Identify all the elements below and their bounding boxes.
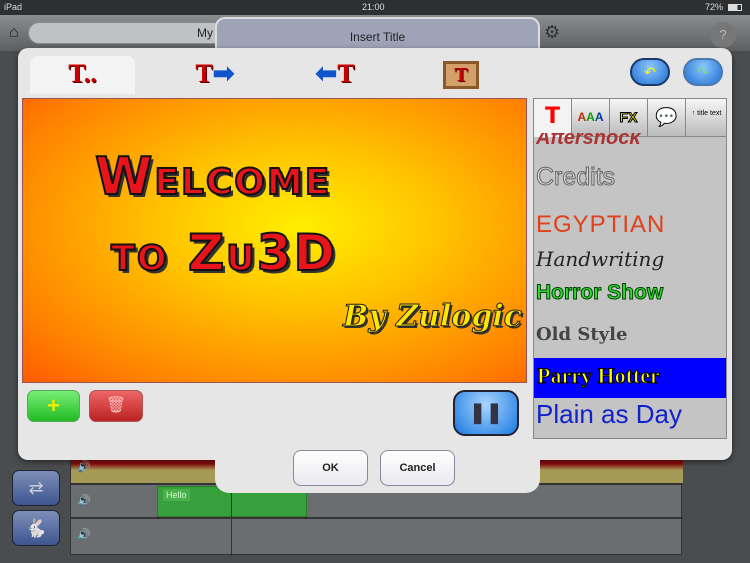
plus-icon: + [47, 393, 60, 418]
speaker-icon[interactable]: 🔊 [77, 494, 102, 507]
font-tab-color[interactable]: AAA [572, 99, 610, 137]
title-box-icon: T [454, 64, 468, 86]
font-item-horror-show[interactable]: Horror Show [536, 281, 726, 305]
battery-icon [728, 4, 742, 11]
ok-button[interactable]: OK [293, 450, 368, 486]
title-in-left-icon: T [337, 59, 355, 88]
title-line-2: to Zu3D [110, 223, 338, 283]
font-panel: T AAA FX 💬 ↑ title text Aftershock Credi… [533, 98, 727, 439]
dialog-title: Insert Title [215, 17, 540, 51]
font-item-egyptian[interactable]: Egyptian [536, 211, 726, 239]
font-item-plain-as-day[interactable]: Plain as Day [536, 399, 726, 430]
undo-icon: ↶ [644, 64, 656, 80]
loop-button[interactable]: ⇄ [12, 470, 60, 506]
title-in-right-icon: T [195, 59, 213, 88]
home-icon[interactable]: ⌂ [9, 24, 19, 42]
project-title-field[interactable]: My [28, 22, 228, 44]
font-tab-fx[interactable]: FX [610, 99, 648, 137]
title-text-icon: T.. [68, 59, 97, 88]
tab-title-in-right[interactable]: T➡ [190, 56, 240, 94]
font-item-aftershock[interactable]: Aftershock [536, 133, 726, 147]
tab-title-in-left[interactable]: ⬅T [310, 56, 360, 94]
pause-button[interactable]: ❚❚ [453, 390, 519, 436]
redo-button[interactable]: ↷ [683, 58, 723, 86]
clock: 21:00 [362, 2, 385, 12]
cancel-button[interactable]: Cancel [380, 450, 455, 486]
redo-icon: ↷ [697, 64, 709, 80]
font-item-handwriting[interactable]: Handwriting [536, 247, 726, 271]
undo-button[interactable]: ↶ [630, 58, 670, 86]
speaker-icon[interactable]: 🔊 [77, 460, 102, 473]
help-button[interactable]: ? [710, 22, 736, 48]
status-bar: iPad 21:00 72% [0, 0, 750, 15]
speech-bubble-icon: 💬 [655, 107, 678, 127]
clip-label: Hello [163, 489, 190, 501]
tab-title-text[interactable]: T.. [30, 56, 135, 94]
color-icon: AAA [577, 110, 604, 124]
font-tab-font[interactable]: T [534, 99, 572, 137]
device-label: iPad [4, 2, 23, 12]
font-item-credits[interactable]: Credits [536, 163, 726, 192]
fx-icon: FX [619, 109, 638, 126]
track-3[interactable]: 🔊 [71, 519, 683, 553]
tab-title-box[interactable]: T [443, 61, 479, 89]
font-icon: T [544, 104, 560, 129]
title-byline: By Zulogic [343, 299, 523, 335]
battery-level: 72% [705, 2, 724, 12]
font-tab-position[interactable]: ↑ title text [686, 99, 726, 137]
gear-icon[interactable]: ⚙ [544, 22, 560, 43]
trash-icon: 🗑 [105, 397, 127, 414]
speaker-icon[interactable]: 🔊 [77, 528, 102, 541]
title-line-1: Welcome [94, 146, 332, 208]
add-title-button[interactable]: + [27, 390, 80, 422]
speed-button[interactable]: 🐇 [12, 510, 60, 546]
pause-icon: ❚❚ [469, 402, 503, 424]
title-preview[interactable]: Welcome to Zu3D By Zulogic [22, 98, 527, 383]
font-tab-speech[interactable]: 💬 [648, 99, 686, 137]
delete-title-button[interactable]: 🗑 [89, 390, 143, 422]
font-item-parry-hotter[interactable]: Parry Hotter [534, 358, 726, 398]
font-item-old-style[interactable]: Old Style [536, 324, 726, 345]
dialog-footer [215, 455, 540, 493]
